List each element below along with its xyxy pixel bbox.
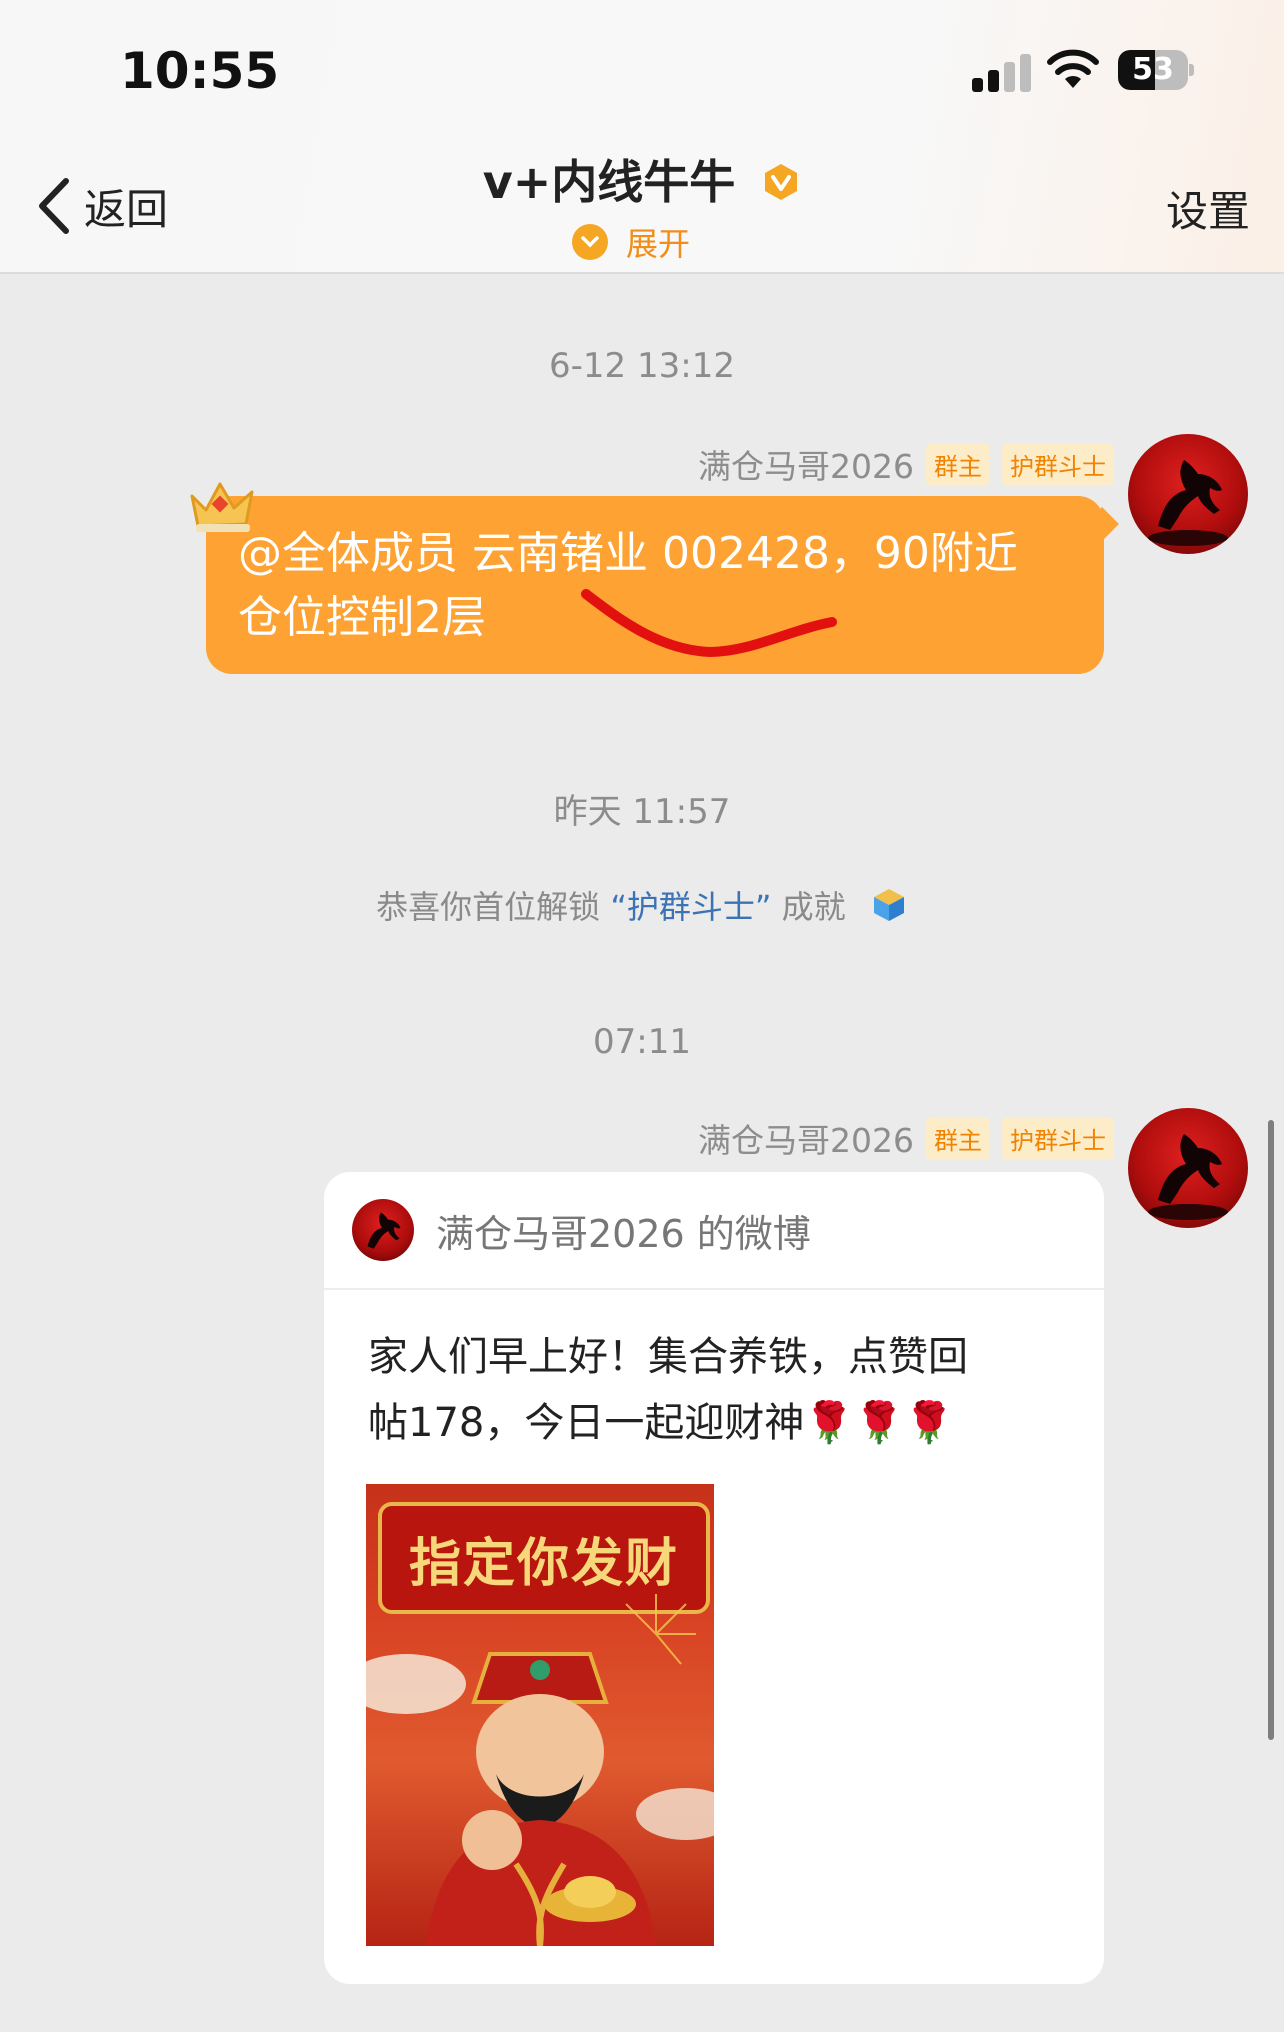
- battery-level: 53: [1132, 52, 1174, 87]
- avatar[interactable]: [1128, 434, 1248, 554]
- owner-badge: 群主: [926, 1116, 990, 1160]
- verified-v-icon: [765, 164, 798, 200]
- timestamp: 07:11: [593, 1022, 691, 1062]
- top-bar: 10:55 53 返回 v+内线牛牛 展开 设置: [0, 0, 1284, 274]
- expand-label: 展开: [626, 225, 691, 263]
- weibo-share-card[interactable]: 满仓马哥2026 的微博 家人们早上好！集合养铁，点赞回 帖178，今日一起迎财…: [324, 1172, 1104, 1984]
- sender-name[interactable]: 满仓马哥2026: [698, 440, 914, 488]
- horse-icon: [367, 1212, 401, 1249]
- expand-button[interactable]: 展开: [572, 218, 690, 266]
- card-title: 满仓马哥2026 的微博: [436, 1211, 811, 1256]
- message-text-line: @全体成员 云南锗业 002428，90附近: [238, 528, 1018, 579]
- sender-name[interactable]: 满仓马哥2026: [698, 1114, 914, 1162]
- system-message: 恭喜你首位解锁 “护群斗士” 成就: [0, 882, 1284, 928]
- crown-icon: [190, 482, 254, 532]
- achievement-cube-icon: [873, 889, 904, 921]
- post-image[interactable]: 指定你发财: [366, 1484, 714, 1946]
- avatar[interactable]: [1128, 1108, 1248, 1228]
- achievement-link[interactable]: “护群斗士”: [610, 888, 771, 926]
- card-header: 满仓马哥2026 的微博: [324, 1172, 1104, 1290]
- settings-button[interactable]: 设置: [1166, 178, 1250, 239]
- timestamp: 昨天 11:57: [553, 792, 731, 832]
- card-text-line: 帖178，今日一起迎财神🌹🌹🌹: [368, 1400, 954, 1446]
- card-text-line: 家人们早上好！集合养铁，点赞回: [368, 1334, 968, 1380]
- chevron-down-icon: [572, 224, 608, 260]
- owner-badge: 群主: [926, 442, 990, 486]
- god-of-wealth-illustration: [366, 1594, 714, 1946]
- chat-title-text: v+内线牛牛: [482, 155, 736, 209]
- wifi-icon: [1047, 49, 1099, 88]
- achievement-badge: 护群斗士: [1002, 442, 1114, 486]
- status-time: 10:55: [120, 42, 280, 100]
- battery-icon: 53: [1118, 50, 1194, 90]
- signal-icon: [972, 54, 1032, 92]
- timestamp: 6-12 13:12: [549, 346, 735, 386]
- mini-avatar: [352, 1199, 414, 1261]
- sender-line: 满仓马哥2026 群主 护群斗士: [698, 440, 1114, 488]
- handwritten-underline: [581, 589, 837, 658]
- card-body: 家人们早上好！集合养铁，点赞回 帖178，今日一起迎财神🌹🌹🌹: [324, 1290, 1104, 1456]
- achievement-badge: 护群斗士: [1002, 1116, 1114, 1160]
- sender-line: 满仓马哥2026 群主 护群斗士: [698, 1114, 1114, 1162]
- chat-title[interactable]: v+内线牛牛: [0, 146, 1284, 212]
- scrollbar[interactable]: [1268, 1120, 1274, 1740]
- horse-icon: [1148, 1134, 1228, 1220]
- horse-icon: [1148, 460, 1228, 546]
